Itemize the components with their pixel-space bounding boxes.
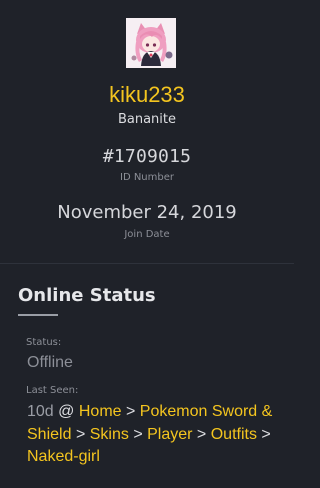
online-status-title: Online Status	[18, 285, 156, 306]
status-value: Offline	[27, 354, 73, 371]
avatar[interactable]	[126, 18, 176, 68]
breadcrumb-separator: >	[133, 425, 143, 443]
username[interactable]: kiku233	[0, 80, 294, 110]
breadcrumb-player[interactable]: Player	[147, 426, 192, 443]
breadcrumb-home[interactable]: Home	[79, 403, 122, 420]
id-number-label: ID Number	[120, 172, 174, 183]
id-number: #1709015	[102, 146, 192, 167]
breadcrumb-separator: >	[75, 425, 86, 443]
last-seen-ago: 10d	[27, 403, 54, 420]
title-underline	[18, 314, 58, 316]
breadcrumb-separator: >	[261, 425, 271, 443]
user-rank: Bananite	[117, 112, 177, 127]
breadcrumb-separator: >	[196, 425, 207, 443]
last-seen-location: 10d @ Home > Pokemon Sword & Shield > Sk…	[27, 401, 285, 469]
status-label: Status:	[26, 337, 62, 348]
breadcrumb-naked-girl[interactable]: Naked-girl	[27, 448, 100, 465]
anime-avatar-icon	[126, 18, 176, 68]
last-seen-at: @	[58, 403, 75, 420]
profile-card: kiku233 Bananite #1709015 ID Number Nove…	[0, 0, 294, 488]
breadcrumb-outfits[interactable]: Outfits	[211, 426, 257, 443]
join-date: November 24, 2019	[57, 202, 237, 223]
breadcrumb-separator: >	[126, 403, 136, 420]
last-seen-label: Last Seen:	[26, 385, 79, 396]
join-date-label: Join Date	[124, 229, 170, 240]
breadcrumb-skins[interactable]: Skins	[90, 426, 129, 443]
profile-header: kiku233 Bananite #1709015 ID Number Nove…	[0, 0, 294, 264]
